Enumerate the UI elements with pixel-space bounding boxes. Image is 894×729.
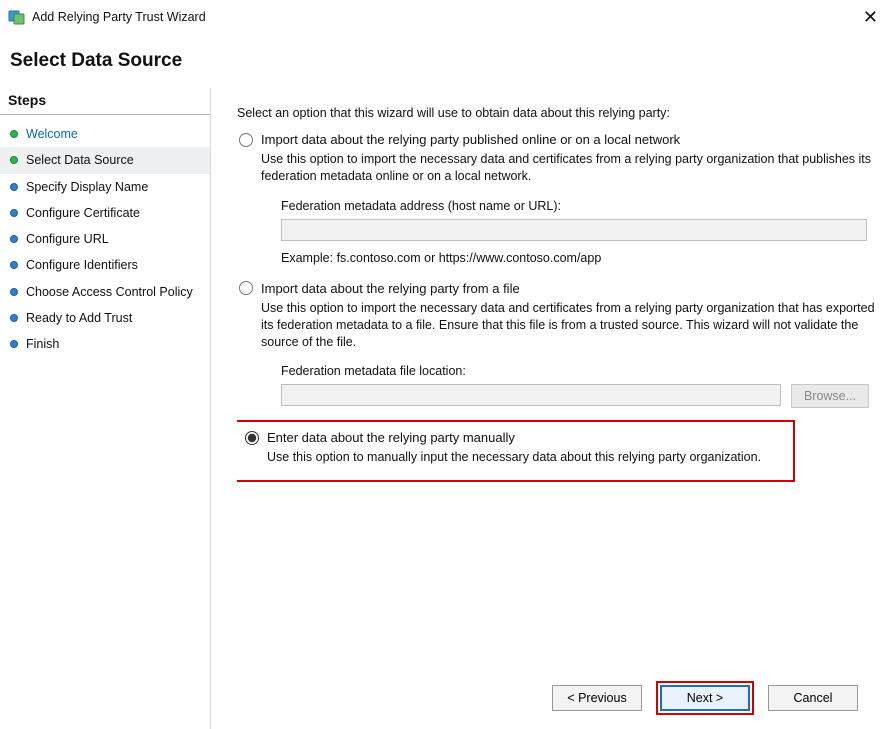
- metadata-file-input[interactable]: [281, 384, 781, 406]
- option-manual-highlight: Enter data about the relying party manua…: [237, 420, 795, 482]
- step-bullet-icon: [10, 288, 18, 296]
- sidebar-title: Steps: [0, 90, 210, 115]
- radio-import-online[interactable]: [239, 133, 253, 147]
- sidebar-step[interactable]: Configure Certificate: [0, 200, 210, 226]
- step-label: Choose Access Control Policy: [26, 284, 193, 300]
- option-import-file-row[interactable]: Import data about the relying party from…: [239, 281, 876, 296]
- footer: < Previous Next > Cancel: [237, 670, 876, 729]
- metadata-file-label: Federation metadata file location:: [281, 364, 876, 378]
- radio-import-file[interactable]: [239, 281, 253, 295]
- sidebar-step[interactable]: Select Data Source: [0, 147, 210, 173]
- option-import-file-desc: Use this option to import the necessary …: [261, 300, 876, 351]
- metadata-address-input[interactable]: [281, 219, 867, 241]
- close-icon[interactable]: ✕: [857, 4, 884, 30]
- option-manual-desc: Use this option to manually input the ne…: [267, 449, 783, 466]
- step-bullet-icon: [10, 156, 18, 164]
- app-icon: [8, 8, 26, 26]
- step-bullet-icon: [10, 235, 18, 243]
- step-label: Finish: [26, 336, 59, 352]
- sidebar-step[interactable]: Welcome: [0, 121, 210, 147]
- step-label: Select Data Source: [26, 152, 134, 168]
- step-bullet-icon: [10, 209, 18, 217]
- browse-button[interactable]: Browse...: [791, 384, 869, 408]
- step-label: Ready to Add Trust: [26, 310, 132, 326]
- step-label: Specify Display Name: [26, 179, 148, 195]
- sidebar-step[interactable]: Specify Display Name: [0, 174, 210, 200]
- option-import-online-desc: Use this option to import the necessary …: [261, 151, 876, 185]
- option-import-file: Import data about the relying party from…: [237, 281, 876, 409]
- radio-manual[interactable]: [245, 431, 259, 445]
- title-bar: Add Relying Party Trust Wizard ✕: [0, 0, 894, 34]
- option-import-online: Import data about the relying party publ…: [237, 132, 876, 265]
- step-label: Configure URL: [26, 231, 109, 247]
- next-button-highlight: Next >: [656, 681, 754, 715]
- cancel-button[interactable]: Cancel: [768, 685, 858, 711]
- content-pane: Select an option that this wizard will u…: [210, 88, 894, 729]
- metadata-address-label: Federation metadata address (host name o…: [281, 199, 876, 213]
- sidebar-step[interactable]: Choose Access Control Policy: [0, 279, 210, 305]
- intro-text: Select an option that this wizard will u…: [237, 106, 876, 120]
- option-import-file-label: Import data about the relying party from…: [261, 281, 520, 296]
- page-heading: Select Data Source: [0, 34, 894, 88]
- step-bullet-icon: [10, 183, 18, 191]
- next-button[interactable]: Next >: [660, 685, 750, 711]
- step-label: Configure Certificate: [26, 205, 140, 221]
- metadata-address-example: Example: fs.contoso.com or https://www.c…: [281, 251, 876, 265]
- step-label: Welcome: [26, 126, 78, 142]
- step-label: Configure Identifiers: [26, 257, 138, 273]
- step-bullet-icon: [10, 314, 18, 322]
- sidebar: Steps Welcome Select Data Source Specify D…: [0, 88, 210, 729]
- sidebar-step[interactable]: Configure URL: [0, 226, 210, 252]
- window-title: Add Relying Party Trust Wizard: [32, 10, 206, 24]
- option-manual-label: Enter data about the relying party manua…: [267, 430, 515, 445]
- sidebar-step[interactable]: Ready to Add Trust: [0, 305, 210, 331]
- previous-button[interactable]: < Previous: [552, 685, 642, 711]
- option-import-online-row[interactable]: Import data about the relying party publ…: [239, 132, 876, 147]
- step-bullet-icon: [10, 261, 18, 269]
- option-import-online-label: Import data about the relying party publ…: [261, 132, 680, 147]
- step-bullet-icon: [10, 130, 18, 138]
- step-bullet-icon: [10, 340, 18, 348]
- option-manual-row[interactable]: Enter data about the relying party manua…: [245, 430, 783, 445]
- sidebar-step[interactable]: Configure Identifiers: [0, 252, 210, 278]
- sidebar-step[interactable]: Finish: [0, 331, 210, 357]
